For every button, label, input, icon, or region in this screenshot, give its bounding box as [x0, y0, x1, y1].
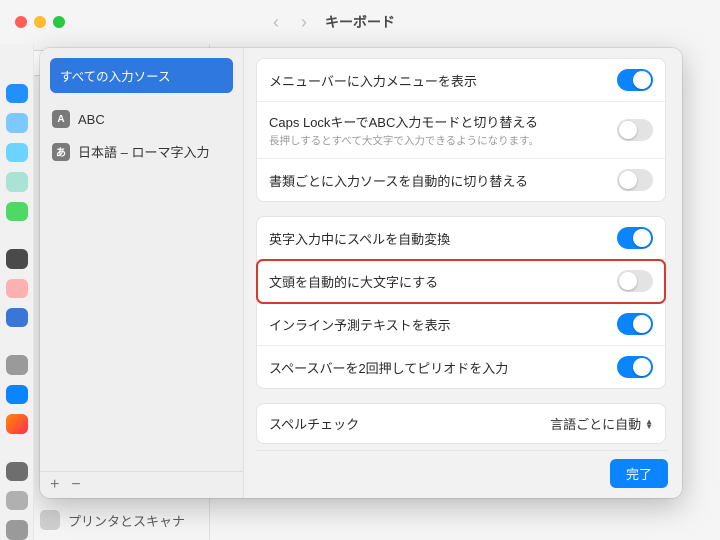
source-badge-icon: A: [52, 110, 70, 128]
back-button[interactable]: ‹: [265, 12, 287, 33]
row-main: Caps LockキーでABC入力モードと切り替える長押しするとすべて大文字で入…: [269, 112, 609, 148]
row-main: 文頭を自動的に大文字にする: [269, 272, 609, 291]
row-main: スペースバーを2回押してピリオドを入力: [269, 358, 609, 377]
sources-footer: + −: [40, 471, 243, 498]
pref-icon[interactable]: [6, 520, 28, 539]
source-label: ABC: [78, 112, 105, 127]
row-label: 文頭を自動的に大文字にする: [269, 272, 609, 291]
source-item[interactable]: あ日本語 – ローマ字入力: [50, 139, 233, 164]
close-icon[interactable]: [15, 16, 27, 28]
row-main: インライン予測テキストを表示: [269, 315, 609, 334]
settings-group: スペルチェック言語ごとに自動 ▲▼: [256, 403, 666, 444]
sources-list: A ABC あ日本語 – ローマ字入力: [40, 101, 243, 170]
row-sublabel: 長押しするとすべて大文字で入力できるようになります。: [269, 133, 609, 148]
sidebar-item-printers[interactable]: プリンタとスキャナ: [40, 510, 185, 530]
row-label: スペルチェック: [269, 414, 542, 433]
settings-scroll[interactable]: メニューバーに入力メニューを表示 Caps LockキーでABC入力モードと切り替…: [256, 58, 668, 448]
pref-icon[interactable]: [6, 308, 28, 327]
settings-row: インライン予測テキストを表示: [257, 303, 665, 346]
toggle-switch[interactable]: [617, 119, 653, 141]
settings-row: 文頭を自動的に大文字にする: [257, 260, 665, 303]
toggle-switch[interactable]: [617, 69, 653, 91]
minimize-icon[interactable]: [34, 16, 46, 28]
select-value: 言語ごとに自動: [550, 414, 641, 433]
toggle-switch[interactable]: [617, 313, 653, 335]
row-label: メニューバーに入力メニューを表示: [269, 71, 609, 90]
row-label: Caps LockキーでABC入力モードと切り替える: [269, 112, 609, 131]
pref-icon[interactable]: [6, 84, 28, 103]
pref-icon[interactable]: [6, 491, 28, 510]
sources-header[interactable]: すべての入力ソース: [50, 58, 233, 93]
pref-icon[interactable]: [6, 113, 28, 132]
forward-button[interactable]: ›: [293, 12, 315, 33]
row-main: メニューバーに入力メニューを表示: [269, 71, 609, 90]
source-label: 日本語 – ローマ字入力: [78, 142, 209, 161]
row-label: 書類ごとに入力ソースを自動的に切り替える: [269, 171, 609, 190]
pref-icon[interactable]: [6, 202, 28, 221]
pref-icon[interactable]: [6, 172, 28, 191]
row-label: スペースバーを2回押してピリオドを入力: [269, 358, 609, 377]
settings-row: 英字入力中にスペルを自動変換: [257, 217, 665, 260]
page-title: キーボード: [325, 12, 395, 32]
pref-icon[interactable]: [6, 249, 28, 268]
add-source-button[interactable]: +: [50, 476, 59, 494]
row-main: 英字入力中にスペルを自動変換: [269, 229, 609, 248]
toggle-switch[interactable]: [617, 356, 653, 378]
row-main: スペルチェック: [269, 414, 542, 433]
printer-icon: [40, 510, 60, 530]
toggle-switch[interactable]: [617, 169, 653, 191]
settings-row: スペースバーを2回押してピリオドを入力: [257, 346, 665, 388]
pref-icon[interactable]: [6, 414, 28, 433]
sources-sidebar: すべての入力ソース A ABC あ日本語 – ローマ字入力 + −: [40, 48, 244, 498]
row-label: 英字入力中にスペルを自動変換: [269, 229, 609, 248]
source-badge-icon: あ: [52, 143, 70, 161]
input-sources-sheet: すべての入力ソース A ABC あ日本語 – ローマ字入力 + − メニューバーに入…: [40, 48, 682, 498]
maximize-icon[interactable]: [53, 16, 65, 28]
settings-pane: メニューバーに入力メニューを表示 Caps LockキーでABC入力モードと切り替…: [244, 48, 682, 498]
settings-group: 英字入力中にスペルを自動変換文頭を自動的に大文字にするインライン予測テキストを表…: [256, 216, 666, 389]
settings-row: 書類ごとに入力ソースを自動的に切り替える: [257, 159, 665, 201]
settings-row: スペルチェック言語ごとに自動 ▲▼: [257, 404, 665, 443]
settings-row: メニューバーに入力メニューを表示: [257, 59, 665, 102]
nav-controls: ‹ › キーボード: [265, 12, 395, 33]
remove-source-button[interactable]: −: [71, 476, 80, 494]
toggle-switch[interactable]: [617, 227, 653, 249]
window-controls: [15, 16, 65, 28]
pref-icon[interactable]: [6, 355, 28, 374]
select-control[interactable]: 言語ごとに自動 ▲▼: [550, 414, 653, 433]
settings-group: メニューバーに入力メニューを表示 Caps LockキーでABC入力モードと切り替…: [256, 58, 666, 202]
titlebar: ‹ › キーボード: [0, 0, 720, 44]
stepper-icon: ▲▼: [645, 419, 653, 429]
source-item[interactable]: A ABC: [50, 107, 233, 131]
row-label: インライン予測テキストを表示: [269, 315, 609, 334]
pref-icon[interactable]: [6, 279, 28, 298]
pref-icon[interactable]: [6, 385, 28, 404]
sheet-footer: 完了: [256, 450, 668, 488]
prefs-icon-strip: [0, 44, 34, 540]
pref-icon[interactable]: [6, 462, 28, 481]
settings-row: Caps LockキーでABC入力モードと切り替える長押しするとすべて大文字で入…: [257, 102, 665, 159]
row-main: 書類ごとに入力ソースを自動的に切り替える: [269, 171, 609, 190]
pref-icon[interactable]: [6, 143, 28, 162]
done-button[interactable]: 完了: [610, 459, 668, 488]
sidebar-item-label: プリンタとスキャナ: [68, 511, 185, 530]
toggle-switch[interactable]: [617, 270, 653, 292]
